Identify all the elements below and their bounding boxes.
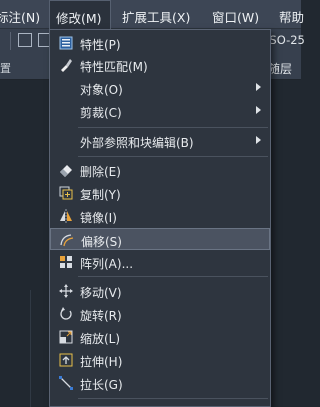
toolbar-grid-button[interactable] [18,33,32,47]
menu-item-label: 移动(V) [80,286,122,300]
menu-window-label: 窗口(W) [212,10,260,25]
copy-icon [59,186,73,200]
menu-item-object[interactable]: 对象(O) [50,77,270,99]
submenu-arrow-icon [256,136,261,144]
menu-item-lengthen[interactable]: 拉长(G) [50,372,270,394]
menu-help[interactable]: 帮助 [279,0,304,29]
menu-item-clip[interactable]: 剪裁(C) [50,100,270,122]
menu-item-label: 缩放(L) [80,332,121,346]
menu-dimension[interactable]: 标注(N) [0,0,40,29]
menu-item-label: 删除(E) [80,165,121,179]
menu-item-array[interactable]: 阵列(A)... [50,251,270,273]
stretch-icon [59,353,73,367]
menu-item-erase[interactable]: 删除(E) [50,159,270,181]
properties-icon [59,36,73,50]
match-properties-icon [61,59,72,72]
move-icon [59,284,73,298]
menu-item-label: 特性匹配(M) [80,60,148,74]
menu-separator [78,156,268,157]
menu-item-label: 拉长(G) [80,378,123,392]
menu-item-label: 外部参照和块编辑(B) [80,136,194,150]
menu-extension-tools[interactable]: 扩展工具(X) [122,0,190,29]
menu-item-label: 剪裁(C) [80,106,122,120]
grid-line [30,290,31,407]
menu-extension-tools-label: 扩展工具(X) [122,10,191,25]
scale-icon [59,330,73,344]
menu-item-mirror[interactable]: 镜像(I) [50,205,270,227]
mirror-icon [60,209,72,223]
menu-item-label: 特性(P) [80,38,121,52]
menu-separator [78,276,268,277]
layer-dropdown[interactable]: 随层 [268,60,292,77]
menu-modify-label: 修改(M) [56,11,102,26]
toolbar-left-text: 置 [0,62,11,75]
menu-dimension-label: 标注(N) [0,10,41,25]
rotate-icon [60,307,72,320]
menu-help-label: 帮助 [279,10,305,25]
menu-bar: 标注(N) 修改(M) 扩展工具(X) 窗口(W) 帮助 [0,0,304,30]
menu-item-label: 镜像(I) [80,211,117,225]
modify-dropdown-menu: 特性(P) 特性匹配(M) 对象(O) 剪裁(C) 外部参照和块编辑(B) 删除… [49,29,271,407]
submenu-arrow-icon [256,83,261,91]
menu-window[interactable]: 窗口(W) [212,0,259,29]
menu-separator [78,398,268,399]
offset-icon [60,234,74,247]
dimension-style-dropdown[interactable]: ISO-25 [266,33,305,47]
submenu-arrow-icon [256,106,261,114]
menu-modify[interactable]: 修改(M) [49,0,111,30]
menu-item-match-properties[interactable]: 特性匹配(M) [50,54,270,76]
menu-item-xref-block-edit[interactable]: 外部参照和块编辑(B) [50,130,270,152]
menu-item-label: 偏移(S) [81,235,122,249]
menu-item-label: 拉伸(H) [80,355,123,369]
menu-item-properties[interactable]: 特性(P) [50,32,270,54]
lengthen-icon [59,376,73,390]
toolbar-separator [10,32,11,50]
menu-item-label: 旋转(R) [80,309,122,323]
menu-item-label: 复制(Y) [80,188,121,202]
menu-item-move[interactable]: 移动(V) [50,280,270,302]
menu-item-stretch[interactable]: 拉伸(H) [50,349,270,371]
erase-icon [60,165,72,177]
array-icon [60,256,72,268]
menu-item-label: 阵列(A)... [80,257,134,271]
menu-item-rotate[interactable]: 旋转(R) [50,303,270,325]
menu-separator [78,127,268,128]
menu-item-label: 对象(O) [80,83,123,97]
menu-item-scale[interactable]: 缩放(L) [50,326,270,348]
menu-item-offset[interactable]: 偏移(S) [50,228,270,250]
menu-item-copy[interactable]: 复制(Y) [50,182,270,204]
